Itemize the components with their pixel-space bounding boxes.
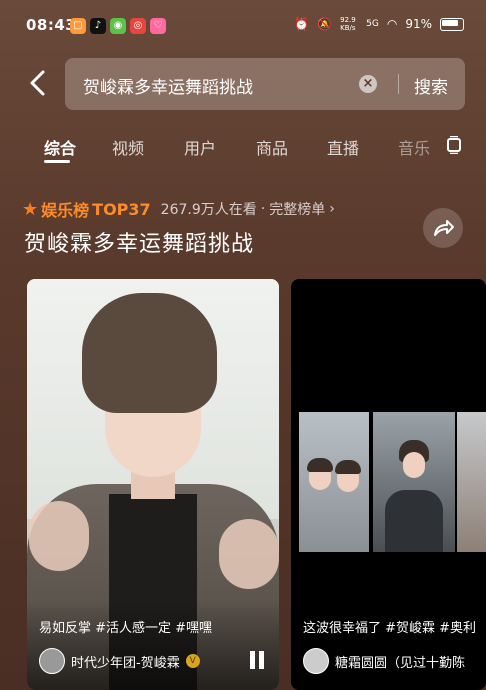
full-list-link[interactable]: 完整榜单 bbox=[269, 199, 325, 219]
tiktok-icon: ♪ bbox=[90, 18, 106, 34]
search-input[interactable]: 贺峻霖多幸运舞蹈挑战 × 搜索 bbox=[65, 58, 465, 110]
video-author[interactable]: 糖霜圆圆（见过十勤陈 bbox=[303, 648, 465, 674]
avatar bbox=[303, 648, 329, 674]
author-name: 时代少年团-贺峻霖 bbox=[71, 655, 180, 671]
search-button[interactable]: 搜索 bbox=[414, 73, 448, 98]
app-notification-icon: ♡ bbox=[150, 18, 166, 34]
weibo-icon: ◎ bbox=[130, 18, 146, 34]
network-speed: 92.9 KB/s bbox=[340, 16, 356, 32]
pause-icon[interactable] bbox=[249, 651, 265, 669]
signal-label: 5G bbox=[366, 19, 379, 29]
tab-music[interactable]: 音乐 bbox=[398, 135, 430, 159]
video-card[interactable]: 这波很幸福了 #贺峻霖 #奥利 糖霜圆圆（见过十勤陈 bbox=[291, 279, 486, 690]
video-thumbnail-photo bbox=[457, 412, 486, 552]
video-thumbnail-hair bbox=[335, 460, 361, 474]
avatar bbox=[39, 648, 65, 674]
tab-general[interactable]: 综合 bbox=[44, 135, 76, 159]
card-gradient-overlay bbox=[27, 600, 279, 690]
alarm-icon: ⏰ bbox=[294, 17, 310, 31]
tab-products[interactable]: 商品 bbox=[256, 135, 288, 159]
tab-live[interactable]: 直播 bbox=[327, 135, 359, 159]
video-thumbnail-hand bbox=[29, 501, 89, 571]
app-notification-icon: ▢ bbox=[70, 18, 86, 34]
tab-video[interactable]: 视频 bbox=[112, 135, 144, 159]
tab-menu-icon[interactable] bbox=[446, 136, 462, 154]
ranking-row[interactable]: ★ 娱乐榜 TOP37 267.9万人在看 · 完整榜单 › bbox=[22, 198, 335, 221]
share-icon[interactable] bbox=[423, 208, 463, 248]
back-arrow-icon[interactable] bbox=[24, 68, 54, 98]
ranking-position: TOP37 bbox=[92, 199, 151, 219]
separator-dot: · bbox=[260, 201, 266, 217]
status-bar: 08:43 ▢ ♪ ◉ ◎ ♡ ⏰ 🔕 92.9 KB/s 5G ◠ 91% bbox=[0, 0, 486, 50]
clear-icon[interactable]: × bbox=[359, 75, 377, 93]
video-card[interactable]: 易如反掌 #活人感一定 #嘿嘿 时代少年团-贺峻霖 V bbox=[27, 279, 279, 690]
video-author[interactable]: 时代少年团-贺峻霖 V bbox=[39, 648, 200, 674]
star-icon: ★ bbox=[22, 198, 39, 220]
battery-icon bbox=[440, 17, 464, 31]
search-query: 贺峻霖多幸运舞蹈挑战 bbox=[83, 78, 253, 98]
video-thumbnail-photo bbox=[299, 412, 369, 552]
notification-icons: ▢ ♪ ◉ ◎ ♡ bbox=[70, 18, 166, 34]
author-name: 糖霜圆圆（见过十勤陈 bbox=[335, 655, 466, 671]
status-time: 08:43 bbox=[26, 16, 77, 34]
app-notification-icon: ◉ bbox=[110, 18, 126, 34]
mute-icon: 🔕 bbox=[317, 17, 333, 31]
video-thumbnail-hair bbox=[307, 458, 333, 472]
video-caption[interactable]: 易如反掌 #活人感一定 #嘿嘿 bbox=[39, 617, 212, 636]
viewer-count: 267.9万人在看 bbox=[160, 202, 257, 218]
verified-badge-icon: V bbox=[185, 654, 200, 668]
video-caption[interactable]: 这波很幸福了 #贺峻霖 #奥利 bbox=[303, 617, 476, 636]
active-tab-indicator bbox=[44, 160, 70, 163]
system-icons: ⏰ 🔕 92.9 KB/s 5G ◠ 91% bbox=[294, 16, 464, 32]
search-row: 贺峻霖多幸运舞蹈挑战 × 搜索 bbox=[0, 58, 486, 110]
video-thumbnail-photo bbox=[373, 412, 455, 552]
topic-title: 贺峻霖多幸运舞蹈挑战 bbox=[24, 232, 255, 257]
battery-percent: 91% bbox=[405, 17, 432, 31]
video-thumbnail-shirt bbox=[385, 490, 443, 552]
video-thumbnail-hand bbox=[219, 519, 279, 589]
wifi-icon: ◠ bbox=[386, 17, 398, 31]
chevron-right-icon: › bbox=[329, 201, 335, 217]
ranking-board-name: 娱乐榜 bbox=[41, 201, 90, 220]
search-divider bbox=[398, 74, 399, 94]
tab-users[interactable]: 用户 bbox=[184, 135, 216, 159]
result-tabs: 综合 视频 用户 商品 直播 音乐 bbox=[0, 130, 486, 166]
video-thumbnail-face bbox=[403, 452, 425, 478]
video-thumbnail-hair bbox=[82, 293, 217, 413]
